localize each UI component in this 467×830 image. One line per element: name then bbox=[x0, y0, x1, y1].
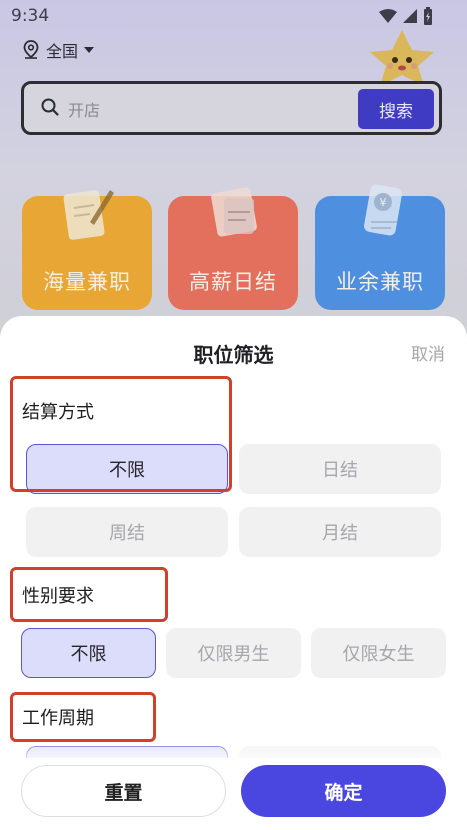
search-input[interactable] bbox=[66, 96, 370, 124]
battery-icon bbox=[424, 7, 432, 25]
option-gender-any[interactable]: 不限 bbox=[21, 628, 156, 678]
document-pen-icon bbox=[63, 190, 114, 240]
search-icon bbox=[41, 98, 59, 116]
status-time: 9:34 bbox=[11, 6, 50, 26]
option-gender-male-only[interactable]: 仅限男生 bbox=[166, 628, 301, 678]
card-high-pay-daily[interactable]: 高薪日结 bbox=[168, 187, 298, 310]
sheet-title: 职位筛选 bbox=[193, 343, 274, 367]
option-settlement-monthly[interactable]: 月结 bbox=[239, 507, 441, 557]
svg-text:¥: ¥ bbox=[380, 196, 387, 209]
option-settlement-weekly[interactable]: 周结 bbox=[26, 507, 228, 557]
search-box: 搜索 bbox=[21, 81, 442, 135]
reset-button[interactable]: 重置 bbox=[21, 765, 226, 817]
card-label: 业余兼职 bbox=[336, 270, 424, 294]
card-label: 海量兼职 bbox=[43, 270, 131, 294]
phone-payment-icon: ¥ bbox=[364, 184, 402, 236]
signal-icon bbox=[403, 9, 417, 23]
option-settlement-daily[interactable]: 日结 bbox=[239, 444, 441, 494]
highlight-box bbox=[10, 376, 232, 492]
status-icons bbox=[379, 7, 433, 25]
wifi-icon bbox=[379, 9, 397, 23]
cancel-button[interactable]: 取消 bbox=[411, 340, 445, 365]
wallet-icon bbox=[211, 187, 257, 237]
location-selector[interactable]: 全国 bbox=[22, 38, 95, 62]
caret-down-icon bbox=[84, 47, 95, 53]
star-mascot-icon bbox=[370, 30, 434, 86]
confirm-button[interactable]: 确定 bbox=[241, 765, 446, 817]
location-label: 全国 bbox=[46, 42, 79, 61]
highlight-box bbox=[10, 567, 168, 622]
card-spare-time[interactable]: ¥ 业余兼职 bbox=[315, 184, 445, 310]
search-button[interactable]: 搜索 bbox=[358, 89, 434, 129]
card-label: 高薪日结 bbox=[189, 270, 277, 294]
location-pin-icon bbox=[23, 40, 39, 59]
highlight-box bbox=[10, 692, 156, 742]
card-part-time[interactable]: 海量兼职 bbox=[22, 190, 152, 310]
option-gender-female-only[interactable]: 仅限女生 bbox=[311, 628, 446, 678]
